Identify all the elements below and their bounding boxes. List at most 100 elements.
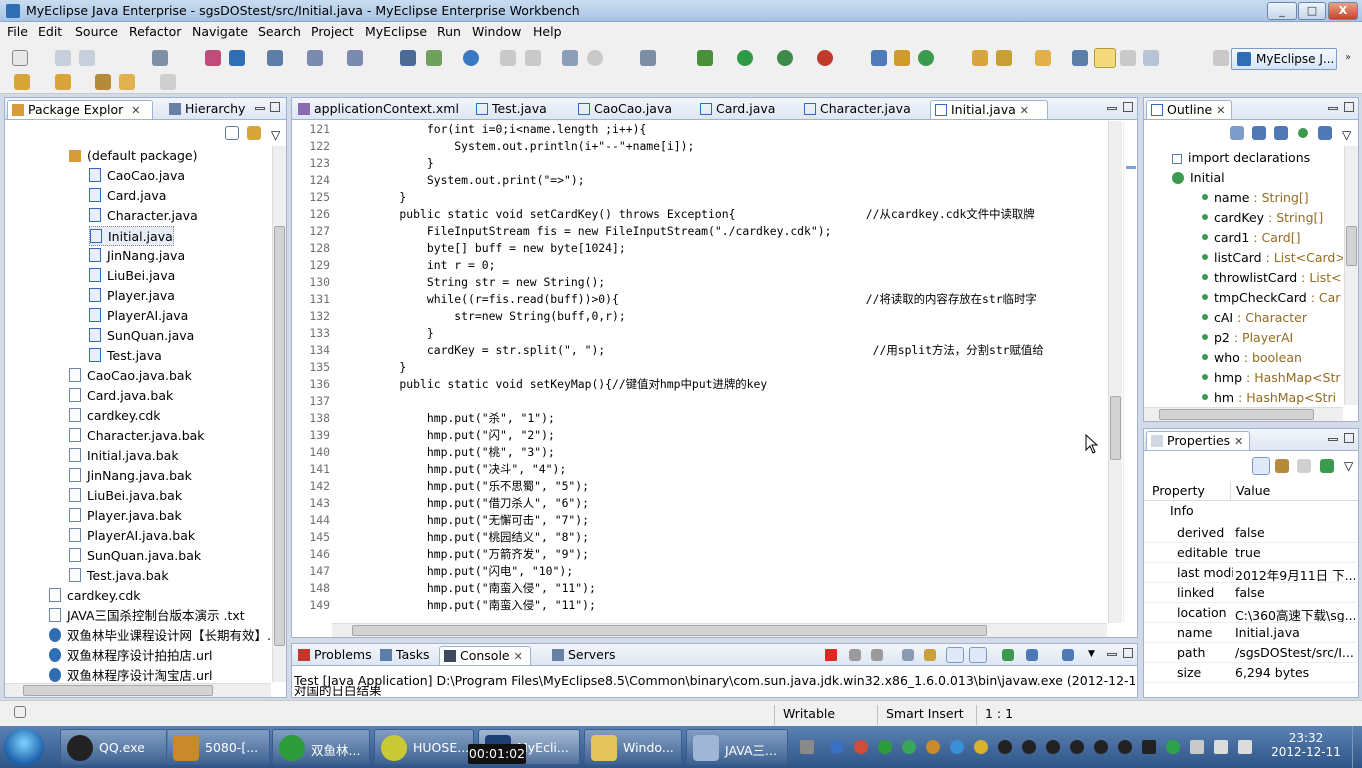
list-item[interactable]: Card.java.bak: [69, 386, 173, 406]
qq-tray-icon[interactable]: [1070, 740, 1084, 754]
taskbar-java-doc[interactable]: JAVA三...: [686, 729, 788, 765]
hide-static-icon[interactable]: [1274, 126, 1288, 140]
taskbar-browser[interactable]: 双鱼林...: [272, 729, 370, 765]
hierarchy-icon[interactable]: [400, 50, 416, 66]
menu-source[interactable]: Source: [75, 24, 118, 39]
code-editor[interactable]: 121 for(int i=0;i<name.length ;i++){ 122…: [294, 121, 1106, 623]
new-icon[interactable]: [12, 50, 28, 66]
refresh-icon[interactable]: [587, 50, 603, 66]
list-item[interactable]: SunQuan.java: [89, 326, 194, 346]
close-icon[interactable]: ✕: [1216, 104, 1225, 117]
list-item[interactable]: JinNang.java.bak: [69, 466, 192, 486]
minimize-view-icon[interactable]: [1328, 438, 1338, 441]
list-item[interactable]: Initial.java.bak: [69, 446, 179, 466]
scrollbar-thumb[interactable]: [1110, 396, 1121, 460]
show-whitespace-icon[interactable]: [1143, 50, 1159, 66]
open-type-icon[interactable]: [562, 50, 578, 66]
view-menu-icon[interactable]: ▽: [1342, 128, 1352, 142]
block-select-icon[interactable]: [1120, 50, 1136, 66]
list-item[interactable]: Character.java: [89, 206, 198, 226]
taskbar-5080[interactable]: 5080-[...: [166, 729, 270, 765]
fast-view-icon[interactable]: [14, 706, 26, 718]
list-item[interactable]: who : boolean: [1202, 348, 1302, 368]
list-item[interactable]: (default package): [69, 146, 197, 166]
outline-hscrollbar[interactable]: [1144, 407, 1343, 421]
list-item[interactable]: Player.java.bak: [69, 506, 182, 526]
package-tree-hscrollbar[interactable]: [5, 683, 271, 697]
list-item[interactable]: Test.java.bak: [69, 566, 169, 586]
clear-console-icon[interactable]: [902, 649, 914, 661]
list-item[interactable]: card1 : Card[]: [1202, 228, 1301, 248]
menu-help[interactable]: Help: [533, 24, 562, 39]
tray-app-icon[interactable]: [974, 740, 988, 754]
tray-app-icon[interactable]: [950, 740, 964, 754]
list-item[interactable]: PlayerAI.java.bak: [69, 526, 195, 546]
scrollbar-thumb[interactable]: [1159, 409, 1314, 420]
qq-tray-icon[interactable]: [1094, 740, 1108, 754]
minimize-view-icon[interactable]: [255, 107, 265, 110]
tab-problems[interactable]: Problems: [294, 646, 372, 665]
open-perspective-icon[interactable]: [1213, 50, 1229, 66]
minimize-button[interactable]: _: [1267, 2, 1297, 20]
table-row[interactable]: location C:\360高速下载\sg...: [1145, 603, 1357, 623]
list-item[interactable]: import declarations: [1172, 148, 1310, 168]
table-row[interactable]: name Initial.java: [1145, 623, 1357, 643]
restore-default-icon[interactable]: [1297, 459, 1311, 473]
browser-icon[interactable]: [347, 50, 363, 66]
terminate-icon[interactable]: [825, 649, 837, 661]
menu-edit[interactable]: Edit: [38, 24, 62, 39]
editor-hscrollbar[interactable]: [332, 623, 1107, 637]
tray-app-icon[interactable]: [926, 740, 940, 754]
build-icon[interactable]: [426, 50, 442, 66]
cut-icon[interactable]: [500, 50, 516, 66]
ruler-marker[interactable]: [1126, 166, 1136, 169]
start-button[interactable]: [4, 728, 44, 766]
table-row[interactable]: size 6,294 bytes: [1145, 663, 1357, 683]
table-row[interactable]: path/sgsDOStest/src/I...: [1145, 643, 1357, 663]
new-java-project-icon[interactable]: [871, 50, 887, 66]
list-item[interactable]: cardKey : String[]: [1202, 208, 1323, 228]
tab-card-java[interactable]: Card.java: [696, 100, 796, 119]
maximize-view-icon[interactable]: [1123, 648, 1133, 658]
forward-icon[interactable]: [160, 74, 176, 90]
qq-tray-icon[interactable]: [998, 740, 1012, 754]
menu-file[interactable]: File: [7, 24, 28, 39]
menu-myeclipse[interactable]: MyEclipse: [365, 24, 427, 39]
maximize-view-icon[interactable]: [1344, 433, 1354, 443]
list-item[interactable]: LiuBei.java.bak: [69, 486, 182, 506]
hide-fields-icon[interactable]: [1252, 126, 1266, 140]
link-with-editor-icon[interactable]: [247, 126, 261, 140]
maximize-view-icon[interactable]: [1123, 102, 1133, 112]
debug-icon[interactable]: [697, 50, 713, 66]
scrollbar-thumb[interactable]: [352, 625, 987, 636]
minimize-view-icon[interactable]: [1107, 107, 1117, 110]
volume-icon[interactable]: [1238, 740, 1252, 754]
list-item[interactable]: 双鱼林程序设计拍拍店.url: [49, 646, 213, 666]
qq-tray-icon[interactable]: [1046, 740, 1060, 754]
menu-search[interactable]: Search: [258, 24, 301, 39]
list-item[interactable]: JinNang.java: [89, 246, 185, 266]
list-item[interactable]: tmpCheckCard : Car: [1202, 288, 1340, 308]
maximize-view-icon[interactable]: [270, 102, 280, 112]
package-icon[interactable]: [229, 50, 245, 66]
list-item[interactable]: SunQuan.java.bak: [69, 546, 201, 566]
keyboard-icon[interactable]: [800, 740, 814, 754]
open-folder-icon[interactable]: [1035, 50, 1051, 66]
pin-console-icon[interactable]: [1002, 649, 1014, 661]
tray-app-icon[interactable]: [854, 740, 868, 754]
tab-tasks[interactable]: Tasks: [376, 646, 436, 665]
deploy-icon[interactable]: [307, 50, 323, 66]
show-categories-icon[interactable]: [1252, 457, 1270, 475]
tray-app-icon[interactable]: [1142, 740, 1156, 754]
pin-icon[interactable]: [1320, 459, 1334, 473]
taskbar-windows-explorer[interactable]: Windo...: [584, 729, 682, 765]
list-item[interactable]: Test.java: [89, 346, 162, 366]
perspective-switcher[interactable]: MyEclipse J...: [1231, 48, 1337, 70]
menu-project[interactable]: Project: [311, 24, 354, 39]
list-item[interactable]: Character.java.bak: [69, 426, 205, 446]
minimize-view-icon[interactable]: [1107, 653, 1117, 656]
list-item[interactable]: cAI : Character: [1202, 308, 1307, 328]
last-edit-icon[interactable]: [95, 74, 111, 90]
prev-annotation-icon[interactable]: [55, 74, 71, 90]
hide-local-types-icon[interactable]: [1318, 126, 1332, 140]
